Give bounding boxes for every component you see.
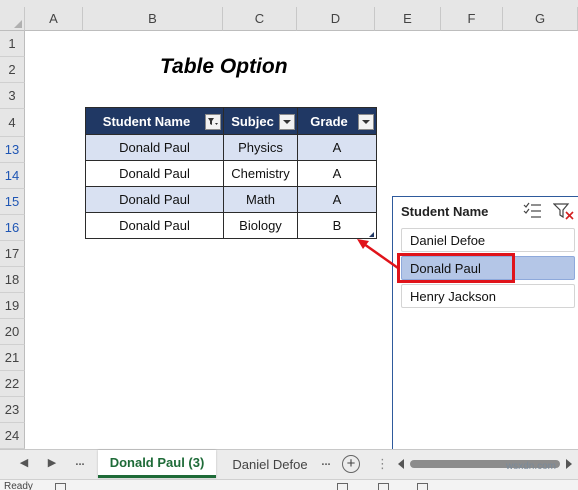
table-header-row: Student Name Subjec Grade <box>85 107 377 135</box>
table-cell[interactable]: Donald Paul <box>85 160 224 187</box>
scroll-left-icon[interactable] <box>398 459 404 469</box>
table-cell[interactable]: Biology <box>223 212 298 239</box>
row-header-14[interactable]: 14 <box>0 163 25 189</box>
row-header-13[interactable]: 13 <box>0 137 25 163</box>
table-resize-handle[interactable] <box>369 232 374 237</box>
status-bar: Ready <box>0 479 578 490</box>
sheet-title: Table Option <box>160 55 288 78</box>
macro-record-icon[interactable] <box>55 483 66 490</box>
sheet-overflow-right[interactable]: ... <box>318 456 334 468</box>
column-header-d[interactable]: D <box>297 7 375 31</box>
dropdown-arrow-icon[interactable] <box>279 114 295 130</box>
filter-active-icon[interactable] <box>205 114 221 130</box>
header-cell-subject[interactable]: Subjec <box>223 107 298 135</box>
normal-view-icon[interactable] <box>337 483 348 490</box>
row-header-18[interactable]: 18 <box>0 267 25 293</box>
header-label: Subjec <box>231 113 274 129</box>
watermark: wsxdn.com <box>506 461 557 472</box>
highlight-box <box>397 253 515 283</box>
page-layout-icon[interactable] <box>378 483 389 490</box>
table-cell[interactable]: A <box>297 160 377 187</box>
column-header-a[interactable]: A <box>25 7 83 31</box>
row-header-23[interactable]: 23 <box>0 397 25 423</box>
header-label: Grade <box>310 113 348 129</box>
prev-sheet-icon[interactable]: ◀ <box>16 456 32 469</box>
table-cell[interactable]: B <box>297 212 377 239</box>
row-header-21[interactable]: 21 <box>0 345 25 371</box>
table-row: Donald Paul Chemistry A <box>85 160 377 187</box>
student-table: Student Name Subjec Grade Donald Paul Ph… <box>85 107 377 239</box>
row-header-19[interactable]: 19 <box>0 293 25 319</box>
header-label: Student Name <box>102 113 191 129</box>
table-cell[interactable]: Chemistry <box>223 160 298 187</box>
slicer-item-henry-jackson[interactable]: Henry Jackson <box>401 284 575 308</box>
scroll-right-icon[interactable] <box>566 459 572 469</box>
add-sheet-icon[interactable]: + <box>342 455 360 473</box>
row-header-22[interactable]: 22 <box>0 371 25 397</box>
table-cell[interactable]: Donald Paul <box>85 186 224 213</box>
sheet-overflow-left[interactable]: ... <box>72 456 88 468</box>
table-row: Donald Paul Biology B <box>85 212 377 239</box>
header-cell-grade[interactable]: Grade <box>297 107 377 135</box>
column-header-f[interactable]: F <box>441 7 503 31</box>
slicer-title: Student Name <box>401 204 489 219</box>
dropdown-arrow-icon[interactable] <box>358 114 374 130</box>
table-cell[interactable]: A <box>297 134 377 161</box>
column-header-b[interactable]: B <box>83 7 223 31</box>
sheet-tab-bar: ◀ ▶ ... Donald Paul (3) Daniel Defoe ...… <box>0 449 578 479</box>
row-header-20[interactable]: 20 <box>0 319 25 345</box>
column-header-c[interactable]: C <box>223 7 297 31</box>
table-cell[interactable]: A <box>297 186 377 213</box>
ribbon-edge <box>0 0 578 7</box>
clear-filter-icon[interactable] <box>552 202 574 220</box>
column-header-e[interactable]: E <box>375 7 441 31</box>
row-header-3[interactable]: 3 <box>0 83 25 109</box>
slicer-item-daniel-defoe[interactable]: Daniel Defoe <box>401 228 575 252</box>
table-row: Donald Paul Physics A <box>85 134 377 161</box>
select-all-corner[interactable] <box>0 7 25 31</box>
row-header-1[interactable]: 1 <box>0 31 25 57</box>
table-cell[interactable]: Math <box>223 186 298 213</box>
row-header-16[interactable]: 16 <box>0 215 25 241</box>
next-sheet-icon[interactable]: ▶ <box>44 456 60 469</box>
row-header-2[interactable]: 2 <box>0 57 25 83</box>
page-break-icon[interactable] <box>417 483 428 490</box>
row-header-15[interactable]: 15 <box>0 189 25 215</box>
row-header-17[interactable]: 17 <box>0 241 25 267</box>
header-cell-student-name[interactable]: Student Name <box>85 107 224 135</box>
row-header-4[interactable]: 4 <box>0 109 25 137</box>
column-header-g[interactable]: G <box>503 7 578 31</box>
row-header-24[interactable]: 24 <box>0 423 25 449</box>
table-cell[interactable]: Physics <box>223 134 298 161</box>
student-name-slicer[interactable]: Student Name Daniel Defoe Donald Paul He… <box>392 196 578 454</box>
tab-daniel-defoe[interactable]: Daniel Defoe <box>222 450 318 478</box>
table-cell[interactable]: Donald Paul <box>85 134 224 161</box>
table-row: Donald Paul Math A <box>85 186 377 213</box>
multi-select-icon[interactable] <box>523 202 543 220</box>
tab-donald-paul-3[interactable]: Donald Paul (3) <box>98 450 216 478</box>
status-text: Ready <box>4 481 33 490</box>
split-handle-icon[interactable]: ⋮ <box>376 456 389 472</box>
table-cell[interactable]: Donald Paul <box>85 212 224 239</box>
